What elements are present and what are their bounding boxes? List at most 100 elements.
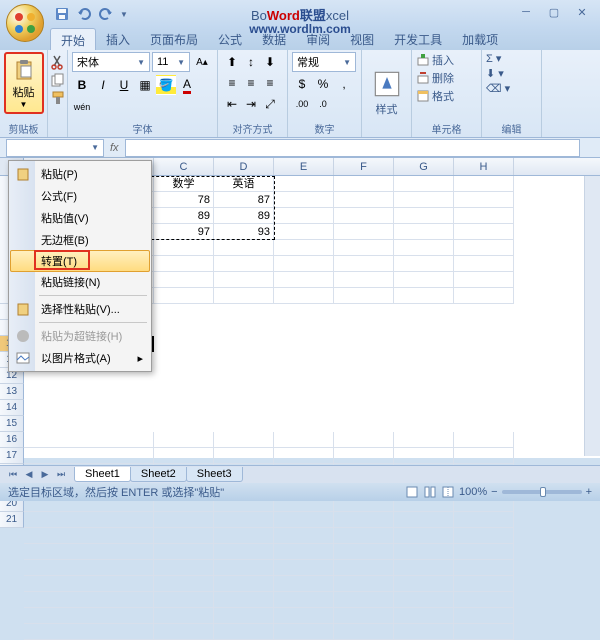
font-name-combo[interactable]: 宋体▼ (72, 52, 150, 72)
normal-view-icon[interactable] (405, 485, 419, 499)
border-button[interactable]: ▦ (135, 75, 155, 95)
fx-icon[interactable]: fx (110, 142, 119, 154)
autosum-button[interactable]: Σ ▾ (486, 52, 537, 65)
menu-transpose[interactable]: 转置(T) (10, 250, 150, 272)
row-header[interactable]: 16 (0, 432, 24, 448)
row-header[interactable]: 14 (0, 400, 24, 416)
cell: 97 (154, 224, 214, 240)
sheet-tab-bar: ⏮ ◀ ▶ ⏭ Sheet1 Sheet2 Sheet3 (0, 465, 600, 483)
cut-icon[interactable] (50, 54, 66, 70)
group-editing: Σ ▾ ⬇ ▾ ⌫ ▾ 编辑 (482, 50, 542, 137)
delete-cells-button[interactable]: 删除 (416, 70, 477, 86)
maximize-button[interactable]: ▢ (544, 4, 564, 20)
last-sheet-icon[interactable]: ⏭ (54, 468, 68, 482)
align-bottom-icon[interactable]: ⬇ (260, 52, 280, 72)
font-size-combo[interactable]: 11▼ (152, 52, 190, 72)
undo-icon[interactable] (76, 6, 92, 22)
paste-button[interactable]: 粘贴 ▼ (4, 52, 44, 114)
decrease-indent-icon[interactable]: ⇤ (222, 94, 242, 114)
zoom-controls: 100% − + (405, 485, 592, 499)
align-left-icon[interactable]: ≡ (222, 73, 242, 93)
col-header[interactable]: H (454, 158, 514, 175)
zoom-level[interactable]: 100% (459, 486, 487, 498)
zoom-slider[interactable] (502, 490, 582, 494)
prev-sheet-icon[interactable]: ◀ (22, 468, 36, 482)
save-icon[interactable] (54, 6, 70, 22)
zoom-out-button[interactable]: − (491, 486, 497, 498)
cell: 93 (214, 224, 274, 240)
decrease-decimal-icon[interactable]: .0 (313, 94, 333, 114)
sheet-tab[interactable]: Sheet1 (74, 467, 131, 482)
increase-font-icon[interactable]: A▴ (192, 52, 212, 72)
group-alignment: ⬆ ↕ ⬇ ≡ ≡ ≡ ⇤ ⇥ ⤢ 对齐方式 (218, 50, 288, 137)
tab-addins[interactable]: 加载项 (452, 28, 508, 50)
menu-paste-special[interactable]: 选择性粘贴(V)... (11, 298, 149, 320)
phonetic-button[interactable]: wén (72, 97, 92, 117)
row-header[interactable]: 15 (0, 416, 24, 432)
menu-paste-link[interactable]: 粘贴链接(N) (11, 271, 149, 293)
increase-decimal-icon[interactable]: .00 (292, 94, 312, 114)
copy-icon[interactable] (50, 72, 66, 88)
percent-icon[interactable]: % (313, 74, 333, 94)
orientation-icon[interactable]: ⤢ (260, 94, 280, 114)
row-header[interactable]: 13 (0, 384, 24, 400)
align-top-icon[interactable]: ⬆ (222, 52, 242, 72)
format-cells-button[interactable]: 格式 (416, 88, 477, 104)
status-text: 选定目标区域，然后按 ENTER 或选择"粘贴" (8, 484, 224, 500)
first-sheet-icon[interactable]: ⏮ (6, 468, 20, 482)
status-bar: 选定目标区域，然后按 ENTER 或选择"粘贴" 100% − + (0, 483, 600, 501)
row-header[interactable]: 17 (0, 448, 24, 464)
tab-developer[interactable]: 开发工具 (384, 28, 452, 50)
align-center-icon[interactable]: ≡ (241, 73, 261, 93)
increase-indent-icon[interactable]: ⇥ (241, 94, 261, 114)
italic-button[interactable]: I (93, 75, 113, 95)
align-middle-icon[interactable]: ↕ (241, 52, 261, 72)
redo-icon[interactable] (98, 6, 114, 22)
col-header[interactable]: D (214, 158, 274, 175)
underline-button[interactable]: U (114, 75, 134, 95)
tab-insert[interactable]: 插入 (96, 28, 140, 50)
col-header[interactable]: E (274, 158, 334, 175)
styles-icon[interactable] (373, 70, 401, 98)
qat-dropdown-icon[interactable]: ▼ (120, 10, 128, 19)
format-painter-icon[interactable] (50, 90, 66, 106)
align-right-icon[interactable]: ≡ (260, 73, 280, 93)
page-break-view-icon[interactable] (441, 485, 455, 499)
bold-button[interactable]: B (72, 75, 92, 95)
col-header[interactable]: C (154, 158, 214, 175)
currency-icon[interactable]: $ (292, 74, 312, 94)
menu-paste[interactable]: 粘贴(P) (11, 163, 149, 185)
col-header[interactable]: G (394, 158, 454, 175)
menu-paste-values[interactable]: 粘贴值(V) (11, 207, 149, 229)
page-layout-view-icon[interactable] (423, 485, 437, 499)
font-color-button[interactable]: A (177, 75, 197, 95)
paste-dropdown-menu: 粘贴(P) 公式(F) 粘贴值(V) 无边框(B) 转置(T) 粘贴链接(N) … (8, 160, 152, 372)
minimize-button[interactable]: ─ (516, 4, 536, 20)
menu-no-border[interactable]: 无边框(B) (11, 229, 149, 251)
menu-as-picture[interactable]: 以图片格式(A)▸ (11, 347, 149, 369)
number-format-combo[interactable]: 常规▼ (292, 52, 356, 72)
sheet-tab[interactable]: Sheet2 (130, 467, 187, 482)
insert-cells-button[interactable]: 插入 (416, 52, 477, 68)
sheet-tab[interactable]: Sheet3 (186, 467, 243, 482)
office-button[interactable] (6, 4, 44, 42)
close-button[interactable]: ✕ (572, 4, 592, 20)
tab-home[interactable]: 开始 (50, 28, 96, 50)
formula-bar[interactable] (125, 139, 580, 157)
row-header[interactable]: 21 (0, 512, 24, 528)
paste-icon (12, 58, 36, 82)
fill-button[interactable]: ⬇ ▾ (486, 67, 537, 80)
col-header[interactable]: F (334, 158, 394, 175)
next-sheet-icon[interactable]: ▶ (38, 468, 52, 482)
name-box[interactable]: ▼ (6, 139, 104, 157)
group-number: 常规▼ $ % , .00 .0 数字 (288, 50, 362, 137)
vertical-scrollbar[interactable] (584, 176, 600, 456)
tab-layout[interactable]: 页面布局 (140, 28, 208, 50)
fill-color-button[interactable]: 🪣 (156, 75, 176, 95)
font-group-label: 字体 (68, 121, 217, 136)
clear-button[interactable]: ⌫ ▾ (486, 82, 537, 95)
tab-formulas[interactable]: 公式 (208, 28, 252, 50)
zoom-in-button[interactable]: + (586, 486, 592, 498)
menu-formulas[interactable]: 公式(F) (11, 185, 149, 207)
comma-icon[interactable]: , (334, 74, 354, 94)
